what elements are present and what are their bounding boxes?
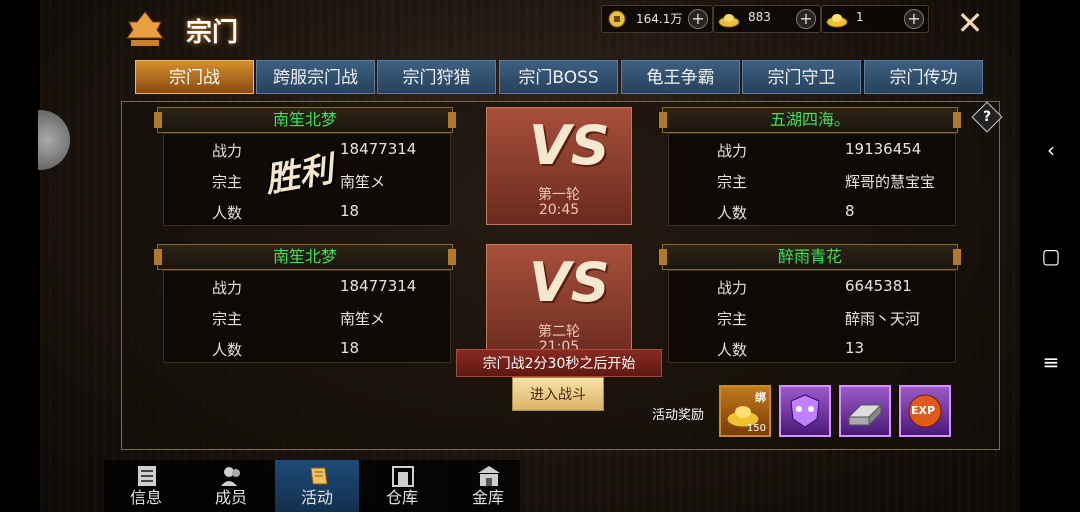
nav-warehouse[interactable]: 仓库 [360, 460, 444, 512]
nav-label: 金库 [471, 488, 504, 507]
power-value: 18477314 [340, 277, 417, 295]
power-value: 6645381 [845, 277, 912, 295]
tab-sect-guard[interactable]: 宗门守卫 [742, 60, 861, 94]
vs-icon: VS [529, 251, 610, 314]
power-label: 战力 [212, 279, 243, 297]
add-bound-ingot-button[interactable]: + [796, 9, 816, 29]
add-copper-button[interactable]: + [688, 9, 708, 29]
sect-info: 战力 19136454 宗主 辉哥的慧宝宝 人数 8 [668, 133, 956, 226]
exp-tag: EXP [911, 404, 936, 417]
bound-tag: 绑 [755, 391, 766, 404]
sect-name: 南笙北梦 [154, 107, 456, 133]
silver-ingot-icon [847, 403, 883, 427]
sect-name: 五湖四海。 [659, 107, 961, 133]
power-value: 19136454 [845, 140, 922, 158]
power-label: 战力 [717, 279, 748, 297]
leader-value: 辉哥的慧宝宝 [845, 173, 936, 191]
copper-coin-icon [608, 10, 626, 28]
count-value: 18 [340, 339, 360, 357]
purple-mask-icon [790, 394, 820, 428]
close-button[interactable]: ✕ [955, 7, 985, 39]
resource-copper: 164.1万 + [601, 5, 713, 33]
match1-vs-badge: VS 第一轮 20:45 [486, 107, 632, 225]
menu-icon[interactable]: ≡ [1040, 351, 1062, 373]
match1-left-card: 南笙北梦 战力 18477314 宗主 南笙メ 人数 18 胜利 [154, 107, 456, 229]
count-label: 人数 [212, 341, 243, 359]
left-bezel [0, 0, 40, 512]
count-value: 8 [845, 202, 855, 220]
victory-stamp: 胜利 [262, 149, 337, 201]
gold-ingot-icon [826, 14, 848, 28]
add-gold-ingot-button[interactable]: + [904, 9, 924, 29]
count-label: 人数 [717, 204, 748, 222]
nav-label: 成员 [214, 488, 247, 507]
tab-sect-boss[interactable]: 宗门BOSS [499, 60, 618, 94]
leader-value: 南笙メ [340, 310, 386, 328]
nav-activity[interactable]: 活动 [275, 460, 359, 512]
sect-info: 战力 6645381 宗主 醉雨丶天河 人数 13 [668, 270, 956, 363]
leader-label: 宗主 [717, 310, 748, 328]
nav-label: 信息 [129, 488, 162, 507]
gold-ingot-value: 1 [856, 10, 864, 24]
page-title: 宗门 [186, 18, 239, 48]
leader-value: 醉雨丶天河 [845, 310, 921, 328]
reward-item-bound-gold[interactable]: 绑 150 [719, 385, 771, 437]
reward-item-silver[interactable] [839, 385, 891, 437]
power-label: 战力 [212, 142, 243, 160]
round-label: 第二轮 [538, 324, 580, 340]
power-label: 战力 [717, 142, 748, 160]
system-nav-bar: ‹ ▢ ≡ [1020, 0, 1080, 512]
nav-label: 仓库 [385, 488, 418, 507]
tab-sect-transfer[interactable]: 宗门传功 [864, 60, 983, 94]
enter-battle-button[interactable]: 进入战斗 [512, 377, 604, 411]
reward-item-mask[interactable] [779, 385, 831, 437]
count-label: 人数 [717, 341, 748, 359]
match2-vs-badge: VS 第二轮 21:05 [486, 244, 632, 362]
copper-value: 164.1万 [636, 12, 683, 26]
bound-ingot-value: 883 [748, 10, 771, 24]
tab-turtle-king[interactable]: 龟王争霸 [621, 60, 740, 94]
sect-name: 醉雨青花 [659, 244, 961, 270]
count-value: 13 [845, 339, 865, 357]
round-label: 第一轮 [538, 187, 580, 203]
tab-sect-hunt[interactable]: 宗门狩猎 [377, 60, 496, 94]
close-icon: ✕ [956, 4, 984, 42]
nav-treasury[interactable]: 金库 [446, 460, 530, 512]
round-time: 20:45 [538, 202, 580, 218]
reward-item-exp[interactable]: EXP [899, 385, 951, 437]
back-icon[interactable]: ‹ [1040, 139, 1062, 161]
match2-left-card: 南笙北梦 战力 18477314 宗主 南笙メ 人数 18 [154, 244, 456, 366]
reward-count: 150 [746, 423, 766, 434]
resource-gold-ingot: 1 + [821, 5, 929, 33]
nav-info[interactable]: 信息 [104, 460, 188, 512]
sect-logo-icon [126, 11, 164, 46]
match2-right-card: 醉雨青花 战力 6645381 宗主 醉雨丶天河 人数 13 [659, 244, 961, 366]
sect-info: 战力 18477314 宗主 南笙メ 人数 18 [163, 270, 451, 363]
rewards-label: 活动奖励 [652, 408, 705, 423]
count-label: 人数 [212, 204, 243, 222]
tab-sect-war[interactable]: 宗门战 [135, 60, 254, 94]
bound-ingot-icon [718, 14, 740, 28]
help-icon: ? [982, 109, 992, 125]
sect-name: 南笙北梦 [154, 244, 456, 270]
nav-label: 活动 [300, 488, 333, 507]
countdown-notice: 宗门战2分30秒之后开始 [456, 349, 662, 377]
nav-members[interactable]: 成员 [189, 460, 273, 512]
leader-label: 宗主 [717, 173, 748, 191]
resource-bound-ingot: 883 + [713, 5, 821, 33]
leader-label: 宗主 [212, 310, 243, 328]
leader-label: 宗主 [212, 173, 243, 191]
vs-icon: VS [529, 114, 610, 177]
match1-right-card: 五湖四海。 战力 19136454 宗主 辉哥的慧宝宝 人数 8 [659, 107, 961, 229]
home-icon[interactable]: ▢ [1040, 245, 1062, 267]
tab-cross-server-war[interactable]: 跨服宗门战 [256, 60, 375, 94]
